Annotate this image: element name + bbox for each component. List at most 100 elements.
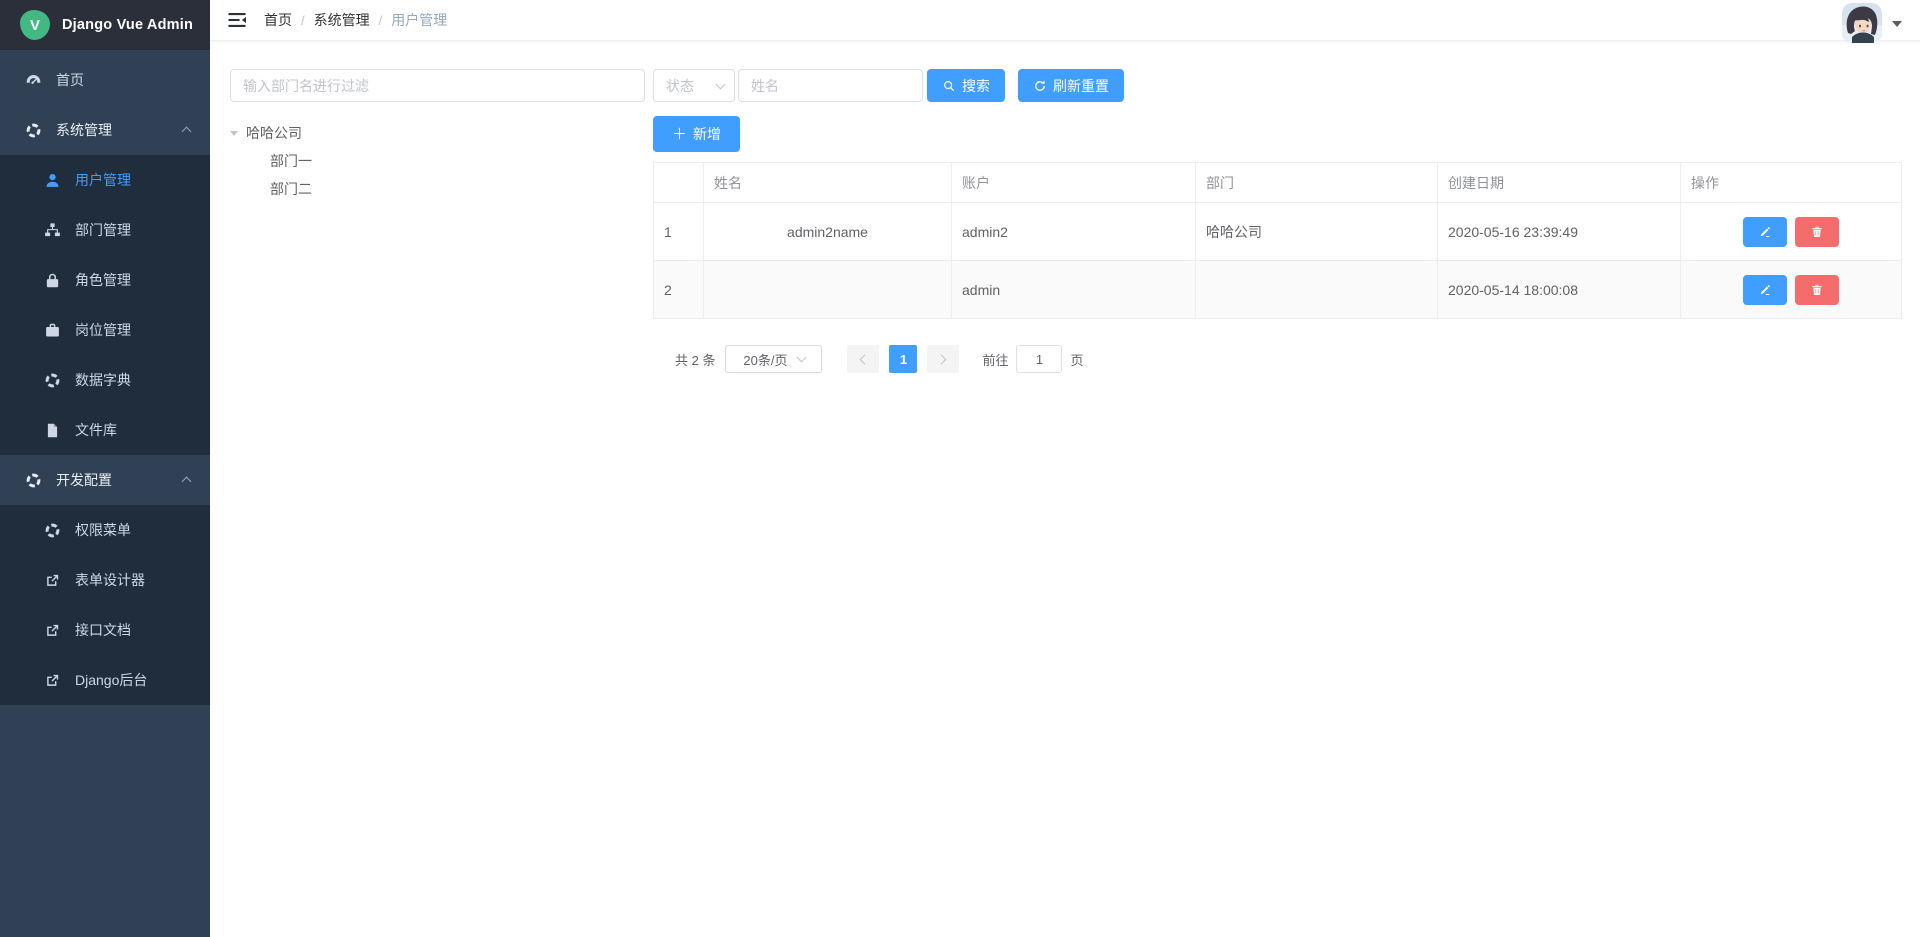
- user-panel: 状态 搜索 刷新重置 ＋ 新增: [653, 69, 1902, 937]
- tree-node-dept2[interactable]: 部门二: [230, 176, 645, 202]
- edit-button[interactable]: [1743, 275, 1787, 305]
- chevron-down-icon: [796, 353, 806, 363]
- chevron-right-icon: [937, 354, 947, 364]
- navbar: 首页 / 系统管理 / 用户管理: [210, 0, 1920, 41]
- sidebar-item-dept-mgmt[interactable]: 部门管理: [0, 205, 210, 255]
- chevron-left-icon: [860, 354, 870, 364]
- add-button[interactable]: ＋ 新增: [653, 116, 740, 152]
- delete-button[interactable]: [1795, 275, 1839, 305]
- trash-icon: [1810, 283, 1824, 297]
- vue-logo-icon: V: [20, 10, 50, 40]
- prev-page-button[interactable]: [847, 345, 879, 373]
- breadcrumb-current: 用户管理: [391, 10, 447, 30]
- page-size-select[interactable]: 20条/页: [725, 345, 822, 373]
- search-button[interactable]: 搜索: [927, 69, 1005, 102]
- user-icon: [44, 172, 61, 189]
- sidebar-item-label: 数据字典: [75, 370, 131, 390]
- breadcrumb-separator: /: [379, 13, 383, 28]
- app-title: Django Vue Admin: [62, 17, 193, 33]
- component-icon: [25, 472, 42, 489]
- cell-actions: [1681, 203, 1902, 261]
- sidebar-item-dev-config[interactable]: 开发配置: [0, 455, 210, 505]
- user-table: 姓名 账户 部门 创建日期 操作 1 admin2name admin2 哈哈公: [653, 162, 1902, 319]
- sidebar-item-file-library[interactable]: 文件库: [0, 405, 210, 455]
- sidebar-item-api-docs[interactable]: 接口文档: [0, 605, 210, 655]
- sidebar-item-form-designer[interactable]: 表单设计器: [0, 555, 210, 605]
- col-header-index: [654, 163, 704, 203]
- external-link-icon: [44, 672, 61, 689]
- name-filter-input[interactable]: [738, 69, 923, 102]
- sidebar-item-data-dict[interactable]: 数据字典: [0, 355, 210, 405]
- sidebar-item-perm-menu[interactable]: 权限菜单: [0, 505, 210, 555]
- sidebar-item-label: Django后台: [75, 670, 147, 690]
- page-size-value: 20条/页: [743, 350, 787, 369]
- sidebar-item-label: 系统管理: [56, 120, 112, 140]
- goto-page-input[interactable]: [1016, 345, 1062, 373]
- sidebar-toggle-button[interactable]: [226, 9, 248, 31]
- page-number-button[interactable]: 1: [889, 345, 917, 373]
- chevron-down-icon: [716, 79, 726, 89]
- dept-tree: 哈哈公司 部门一 部门二: [230, 120, 645, 202]
- cell-index: 1: [654, 203, 704, 261]
- tree-node-label: 部门二: [270, 179, 312, 199]
- sidebar-item-post-mgmt[interactable]: 岗位管理: [0, 305, 210, 355]
- sidebar-item-django-admin[interactable]: Django后台: [0, 655, 210, 705]
- add-button-label: 新增: [693, 124, 721, 144]
- cell-account: admin: [952, 261, 1196, 319]
- component-icon: [25, 122, 42, 139]
- breadcrumb-home[interactable]: 首页: [264, 10, 292, 30]
- sidebar-item-system-mgmt[interactable]: 系统管理: [0, 105, 210, 155]
- tree-node-label: 哈哈公司: [246, 123, 302, 143]
- pagination-total: 共 2 条: [675, 350, 715, 369]
- edit-button[interactable]: [1743, 217, 1787, 247]
- logo-bar[interactable]: V Django Vue Admin: [0, 0, 210, 50]
- sidebar-item-label: 首页: [56, 70, 84, 90]
- search-button-label: 搜索: [962, 76, 990, 96]
- sidebar-item-label: 文件库: [75, 420, 117, 440]
- sidebar-item-home[interactable]: 首页: [0, 55, 210, 105]
- col-header-name: 姓名: [704, 163, 952, 203]
- status-select[interactable]: 状态: [653, 69, 735, 102]
- edit-pencil-icon: [1758, 283, 1772, 297]
- refresh-icon: [1033, 79, 1047, 93]
- goto-label: 前往: [982, 350, 1008, 369]
- sidebar-item-user-mgmt[interactable]: 用户管理: [0, 155, 210, 205]
- cell-dept: 哈哈公司: [1196, 203, 1438, 261]
- col-header-actions: 操作: [1681, 163, 1902, 203]
- sidebar-item-label: 表单设计器: [75, 570, 145, 590]
- tree-node-company[interactable]: 哈哈公司: [230, 120, 645, 146]
- user-menu[interactable]: [1842, 3, 1902, 43]
- table-row: 2 admin 2020-05-14 18:00:08: [654, 261, 1902, 319]
- edit-pencil-icon: [1758, 225, 1772, 239]
- dept-filter-input[interactable]: [230, 69, 645, 102]
- next-page-button[interactable]: [927, 345, 959, 373]
- pagination-goto: 前往 页: [982, 345, 1083, 373]
- sidebar-item-label: 接口文档: [75, 620, 131, 640]
- status-select-placeholder: 状态: [666, 76, 694, 96]
- org-tree-icon: [44, 222, 61, 239]
- tree-node-dept1[interactable]: 部门一: [230, 148, 645, 174]
- plus-icon: ＋: [672, 127, 687, 142]
- chevron-up-icon: [182, 127, 192, 137]
- pagination: 共 2 条 20条/页 1 前往 页: [653, 345, 1902, 373]
- chevron-up-icon: [182, 477, 192, 487]
- main-area: 首页 / 系统管理 / 用户管理: [210, 0, 1920, 937]
- tree-node-label: 部门一: [270, 151, 312, 171]
- search-icon: [942, 79, 956, 93]
- cell-created: 2020-05-14 18:00:08: [1438, 261, 1681, 319]
- cell-name: admin2name: [704, 203, 952, 261]
- component-icon: [44, 522, 61, 539]
- delete-button[interactable]: [1795, 217, 1839, 247]
- breadcrumb-system-mgmt[interactable]: 系统管理: [314, 10, 370, 30]
- avatar[interactable]: [1842, 3, 1882, 43]
- external-link-icon: [44, 572, 61, 589]
- refresh-reset-button[interactable]: 刷新重置: [1018, 69, 1124, 102]
- hamburger-icon: [226, 9, 248, 31]
- breadcrumb: 首页 / 系统管理 / 用户管理: [264, 10, 447, 30]
- app-root: V Django Vue Admin 首页 系统管理 用户管理 部门管理: [0, 0, 1920, 937]
- tree-expand-icon[interactable]: [230, 131, 238, 136]
- sidebar-item-label: 权限菜单: [75, 520, 131, 540]
- sidebar-menu: 首页 系统管理 用户管理 部门管理 角色管理 岗位管理: [0, 50, 210, 705]
- sidebar-item-role-mgmt[interactable]: 角色管理: [0, 255, 210, 305]
- table-header-row: 姓名 账户 部门 创建日期 操作: [654, 163, 1902, 203]
